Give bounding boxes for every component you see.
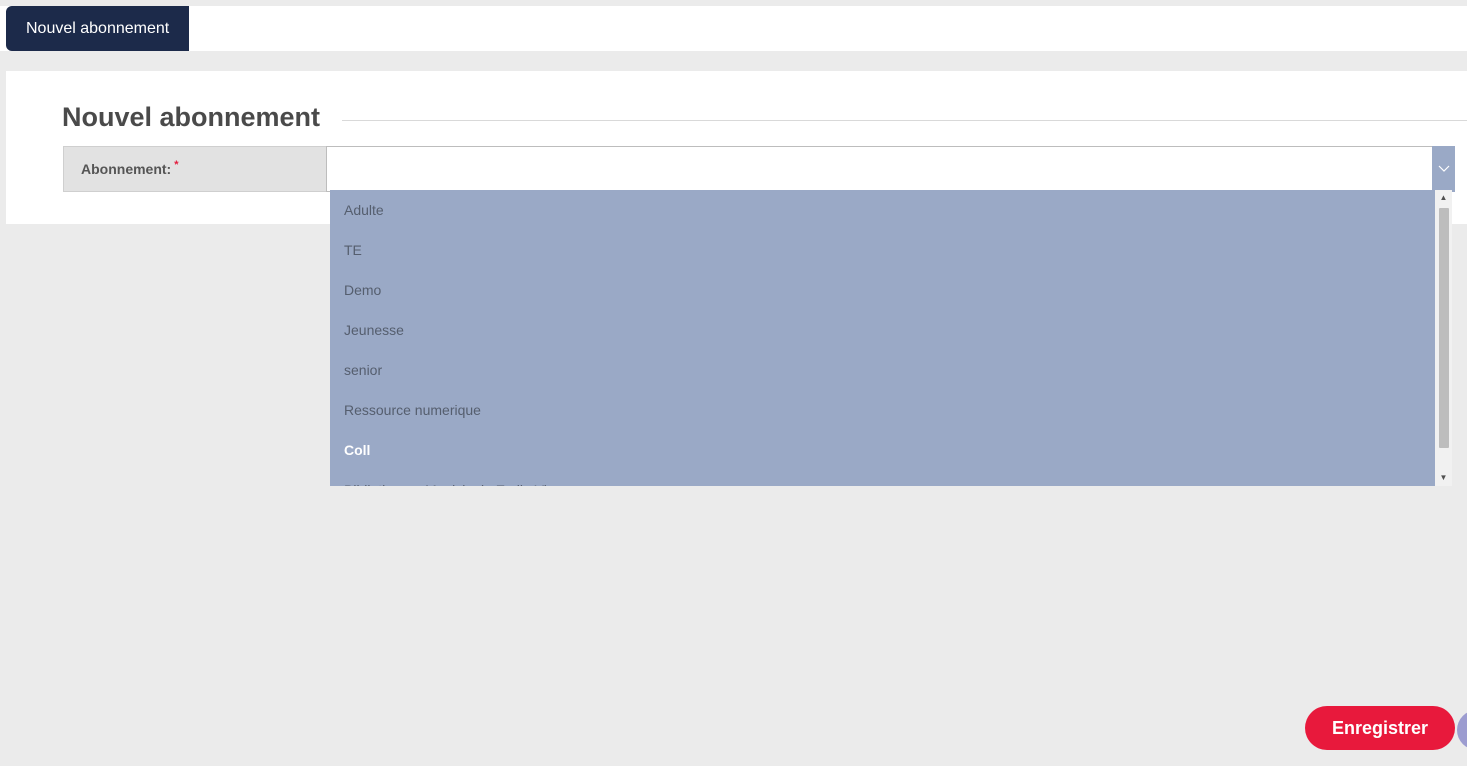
dropdown-option[interactable]: Bibliotheque Municipale Emile Vi... [330,470,1435,486]
required-marker: * [174,159,179,171]
scroll-up-arrow-icon[interactable]: ▲ [1435,190,1452,206]
scrollbar-thumb[interactable] [1439,208,1449,448]
dropdown-option[interactable]: Demo [330,270,1435,310]
dropdown-option[interactable]: senior [330,350,1435,390]
secondary-action-button[interactable] [1457,710,1467,750]
dropdown-options: Adulte TE Demo Jeunesse senior Ressource nume… [330,190,1435,486]
dropdown-scrollbar[interactable]: ▲ ▼ [1435,190,1452,486]
dropdown-option[interactable]: Coll [330,430,1435,470]
page-title: Nouvel abonnement [62,102,321,132]
tab-nouvel-abonnement[interactable]: Nouvel abonnement [6,6,190,51]
chevron-down-icon[interactable] [1432,146,1455,192]
abonnement-field-label: Abonnement: * [63,146,326,192]
heading-divider [342,120,1467,121]
dropdown-option[interactable]: Adulte [330,190,1435,230]
top-tab-bar: Nouvel abonnement [0,6,1467,51]
dropdown-option[interactable]: Ressource numerique [330,390,1435,430]
scroll-down-arrow-icon[interactable]: ▼ [1435,470,1452,486]
field-label-text: Abonnement: [81,161,172,177]
dropdown-option[interactable]: Jeunesse [330,310,1435,350]
dropdown-option[interactable]: TE [330,230,1435,270]
abonnement-dropdown-list[interactable]: Adulte TE Demo Jeunesse senior Ressource nume… [330,190,1452,486]
save-button[interactable]: Enregistrer [1305,706,1455,750]
abonnement-select[interactable] [326,146,1455,192]
